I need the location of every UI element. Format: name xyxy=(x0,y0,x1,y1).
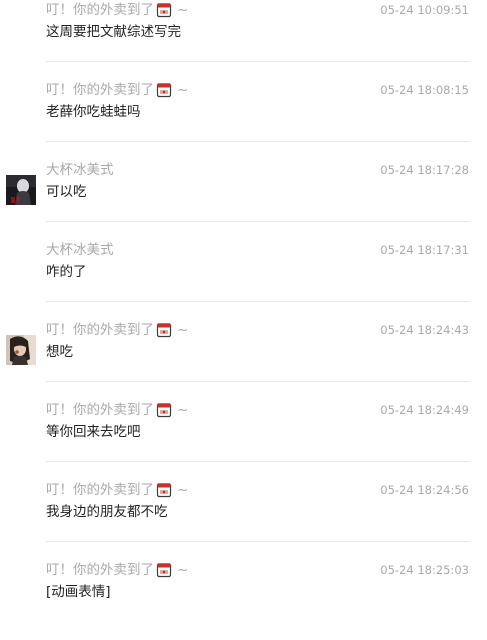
sender-name-text: 叮！你的外卖到了 xyxy=(46,322,154,338)
message-item: 叮！你的外卖到了 ~ 05-24 18:08:15 老薛你吃蛙蛙吗 xyxy=(0,80,487,160)
message-text[interactable]: [动画表情] xyxy=(46,582,111,602)
sender-name[interactable]: 大杯冰美式 xyxy=(46,160,114,180)
takeout-box-icon xyxy=(156,482,172,498)
sender-name-text: 叮！你的外卖到了 xyxy=(46,562,154,578)
message-time: 05-24 18:25:03 xyxy=(380,563,469,577)
sender-name[interactable]: 叮！你的外卖到了 ~ xyxy=(46,480,188,500)
message-text[interactable]: 咋的了 xyxy=(46,262,87,282)
message-divider xyxy=(46,541,469,542)
message-item: 叮！你的外卖到了 ~ 05-24 10:09:51 这周要把文献综述写完 xyxy=(0,0,487,80)
sender-name-text: 叮！你的外卖到了 xyxy=(46,82,154,98)
message-divider xyxy=(46,221,469,222)
girl-photo-avatar[interactable] xyxy=(6,335,36,365)
sender-name[interactable]: 叮！你的外卖到了 ~ xyxy=(46,80,188,100)
message-text[interactable]: 想吃 xyxy=(46,342,73,362)
message-time: 05-24 18:24:43 xyxy=(380,323,469,337)
message-item: 叮！你的外卖到了 ~ 05-24 18:24:43 想吃 xyxy=(0,320,487,400)
sender-suffix: ~ xyxy=(177,402,189,418)
sender-suffix: ~ xyxy=(177,562,189,578)
message-divider xyxy=(46,381,469,382)
sender-name-text: 叮！你的外卖到了 xyxy=(46,482,154,498)
takeout-box-icon xyxy=(156,562,172,578)
message-text[interactable]: 老薛你吃蛙蛙吗 xyxy=(46,102,141,122)
message-time: 05-24 10:09:51 xyxy=(380,3,469,17)
sender-name[interactable]: 大杯冰美式 xyxy=(46,240,114,260)
message-text[interactable]: 等你回来去吃吧 xyxy=(46,422,141,442)
message-item: 大杯冰美式 05-24 18:17:28 可以吃 xyxy=(0,160,487,240)
message-time: 05-24 18:08:15 xyxy=(380,83,469,97)
sender-name-text: 大杯冰美式 xyxy=(46,242,114,258)
message-item: 叮！你的外卖到了 ~ 05-24 18:24:49 等你回来去吃吧 xyxy=(0,400,487,480)
message-time: 05-24 18:24:49 xyxy=(380,403,469,417)
sender-suffix: ~ xyxy=(177,322,189,338)
sender-name[interactable]: 叮！你的外卖到了 ~ xyxy=(46,400,188,420)
takeout-box-icon xyxy=(156,82,172,98)
message-item: 叮！你的外卖到了 ~ 05-24 18:25:03 [动画表情] xyxy=(0,560,487,640)
sender-name-text: 大杯冰美式 xyxy=(46,162,114,178)
message-time: 05-24 18:17:31 xyxy=(380,243,469,257)
message-item: 大杯冰美式 05-24 18:17:31 咋的了 xyxy=(0,240,487,320)
takeout-box-icon xyxy=(156,402,172,418)
sender-name[interactable]: 叮！你的外卖到了 ~ xyxy=(46,0,188,20)
sender-name-text: 叮！你的外卖到了 xyxy=(46,402,154,418)
dark-figure-avatar[interactable] xyxy=(6,175,36,205)
message-divider xyxy=(46,141,469,142)
takeout-box-icon xyxy=(156,2,172,18)
sender-suffix: ~ xyxy=(177,82,189,98)
sender-name[interactable]: 叮！你的外卖到了 ~ xyxy=(46,320,188,340)
message-divider xyxy=(46,461,469,462)
sender-suffix: ~ xyxy=(177,482,189,498)
message-divider xyxy=(46,61,469,62)
sender-name-text: 叮！你的外卖到了 xyxy=(46,2,154,18)
message-time: 05-24 18:24:56 xyxy=(380,483,469,497)
message-item: 叮！你的外卖到了 ~ 05-24 18:24:56 我身边的朋友都不吃 xyxy=(0,480,487,560)
message-text[interactable]: 这周要把文献综述写完 xyxy=(46,22,181,42)
takeout-box-icon xyxy=(156,322,172,338)
message-time: 05-24 18:17:28 xyxy=(380,163,469,177)
message-text[interactable]: 可以吃 xyxy=(46,182,87,202)
message-text[interactable]: 我身边的朋友都不吃 xyxy=(46,502,168,522)
sender-name[interactable]: 叮！你的外卖到了 ~ xyxy=(46,560,188,580)
message-divider xyxy=(46,301,469,302)
sender-suffix: ~ xyxy=(177,2,189,18)
